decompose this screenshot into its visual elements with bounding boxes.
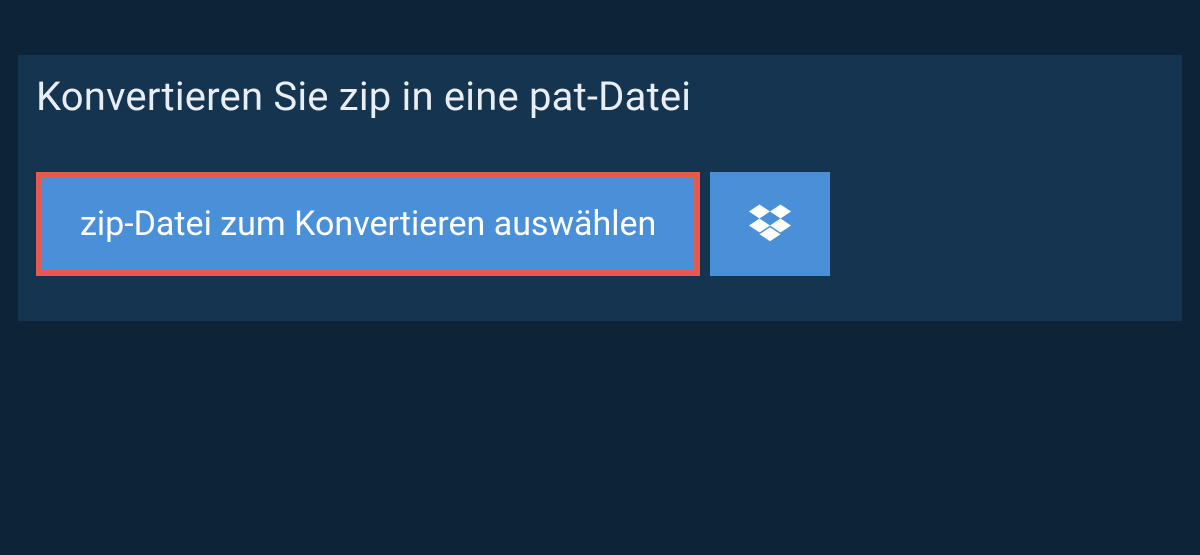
heading-container: Konvertieren Sie zip in eine pat-Datei: [18, 55, 721, 142]
select-file-button[interactable]: zip-Datei zum Konvertieren auswählen: [36, 172, 700, 276]
page-title: Konvertieren Sie zip in eine pat-Datei: [36, 73, 691, 120]
dropbox-icon: [749, 201, 791, 247]
select-file-label: zip-Datei zum Konvertieren auswählen: [80, 204, 656, 244]
converter-panel: Konvertieren Sie zip in eine pat-Datei z…: [18, 55, 1182, 321]
button-row: zip-Datei zum Konvertieren auswählen: [18, 172, 1182, 276]
dropbox-button[interactable]: [710, 172, 830, 276]
